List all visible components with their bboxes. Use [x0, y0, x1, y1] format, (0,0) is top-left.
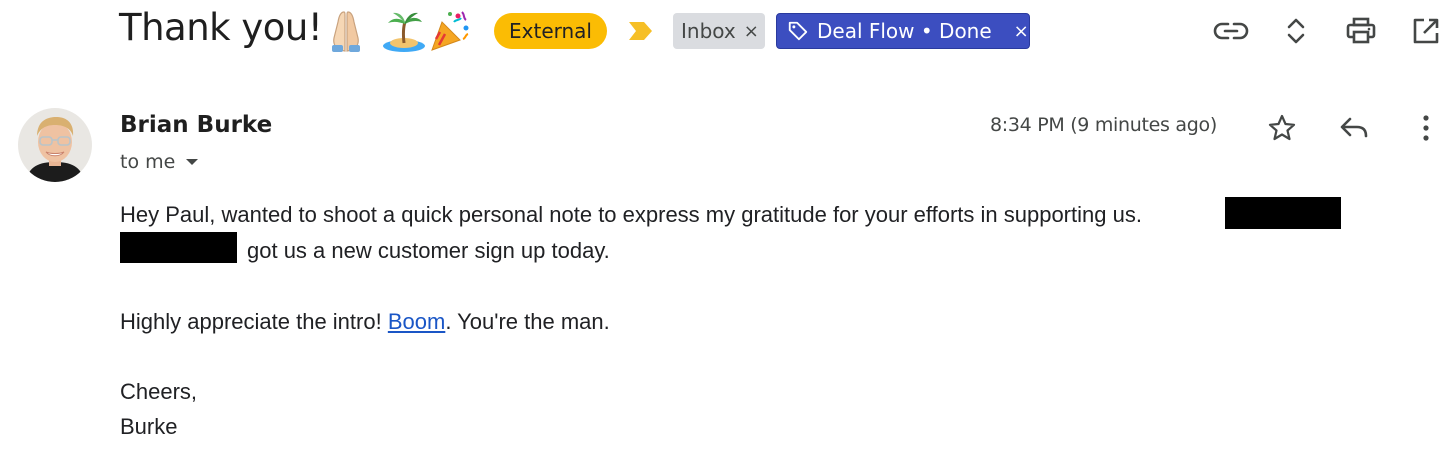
remove-inbox-label-button[interactable]: × — [744, 21, 759, 42]
email-subject: Thank you! — [119, 6, 323, 49]
more-options-icon[interactable] — [1408, 110, 1444, 146]
inbox-label-text: Inbox — [681, 19, 736, 43]
redacted-block — [1225, 197, 1341, 229]
message-body-line-3: Highly appreciate the intro! Boom. You'r… — [120, 309, 610, 335]
message-timestamp: 8:34 PM (9 minutes ago) — [990, 114, 1217, 136]
desert-island-emoji — [383, 12, 425, 52]
importance-marker-icon[interactable] — [628, 21, 654, 41]
closing-remark-text: . You're the man. — [445, 309, 610, 334]
sender-name: Brian Burke — [120, 112, 273, 138]
message-closing: Cheers, — [120, 379, 198, 404]
external-label-chip: External — [494, 13, 607, 49]
recipient-text: to me — [120, 151, 176, 173]
party-popper-emoji — [431, 11, 469, 51]
subject-row: Thank you! External Inbox × Deal Flow • … — [0, 0, 1456, 62]
deal-flow-label-text: Deal Flow • Done — [817, 19, 992, 43]
intro-text: Highly appreciate the intro! — [120, 309, 388, 334]
deal-flow-label-chip: Deal Flow • Done × — [776, 13, 1030, 49]
external-label-text: External — [509, 19, 592, 43]
message-signature: Burke — [120, 414, 178, 439]
inbox-label-chip: Inbox × — [673, 13, 765, 49]
message-body-line-1: Hey Paul, wanted to shoot a quick person… — [120, 202, 1142, 227]
chevron-down-icon — [186, 159, 199, 165]
expand-collapse-icon[interactable] — [1278, 13, 1314, 49]
star-icon[interactable] — [1264, 110, 1300, 146]
label-tag-icon — [787, 20, 809, 42]
boom-link[interactable]: Boom — [388, 309, 445, 334]
print-icon[interactable] — [1343, 13, 1379, 49]
redacted-block — [120, 232, 237, 263]
message-body-line-2: got us a new customer sign up today. — [247, 238, 610, 263]
sender-avatar[interactable] — [18, 108, 92, 182]
recipient-details-toggle[interactable]: to me — [120, 151, 199, 173]
open-in-new-window-icon[interactable] — [1408, 13, 1444, 49]
link-icon[interactable] — [1213, 13, 1249, 49]
remove-deal-flow-label-button[interactable]: × — [1014, 21, 1029, 42]
folded-hands-emoji — [332, 11, 360, 52]
reply-icon[interactable] — [1336, 110, 1372, 146]
